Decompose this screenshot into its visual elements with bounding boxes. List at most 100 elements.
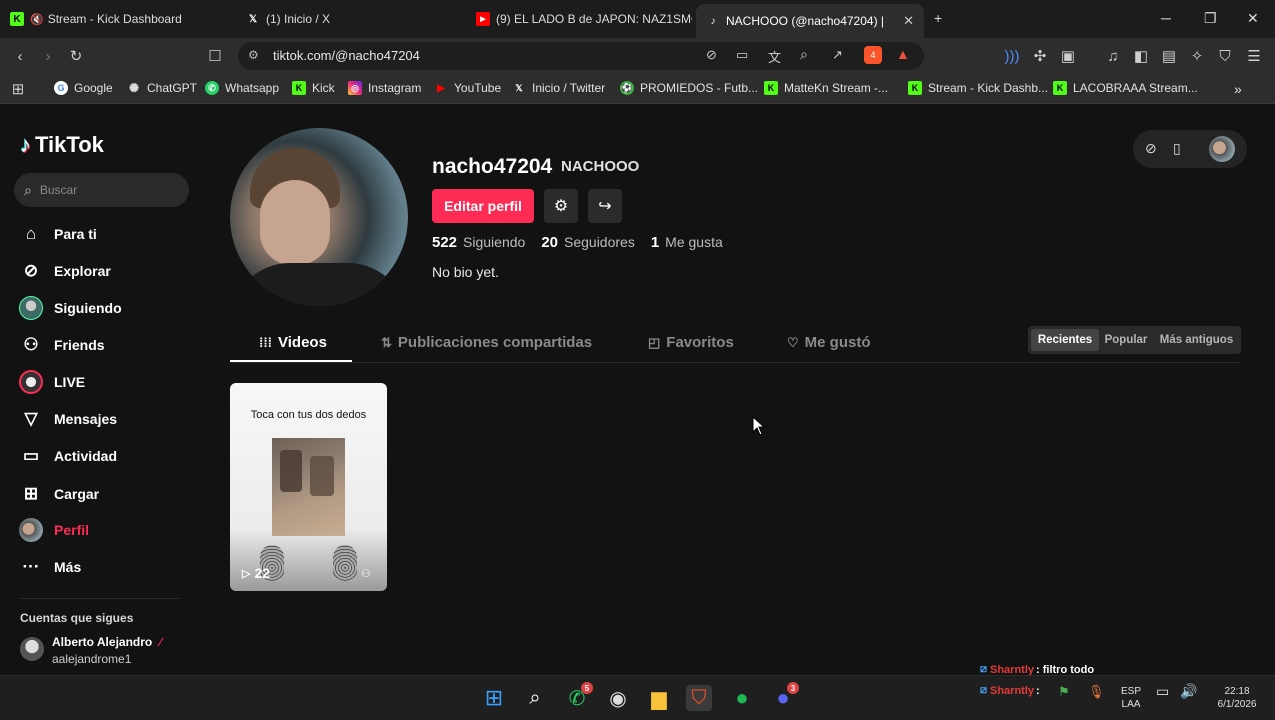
followed-account-name[interactable]: Alberto Alejandro ∕	[52, 635, 162, 649]
bookmark-kick-dashboard[interactable]: K Stream - Kick Dashb...	[908, 81, 1048, 95]
gear-icon: ⚙	[553, 198, 569, 215]
network-status-icon[interactable]: ⚑	[1058, 685, 1070, 698]
back-icon[interactable]: ‹	[10, 46, 30, 66]
nav-para-ti[interactable]: ⌂ Para ti	[18, 220, 97, 248]
nav-mensajes[interactable]: ▽ Mensajes	[18, 405, 117, 433]
followed-account-handle[interactable]: aalejandrome1	[52, 652, 131, 666]
profile-avatar[interactable]	[230, 128, 408, 306]
tab-favoritos[interactable]: ◰ Favoritos	[648, 334, 734, 351]
forward-icon[interactable]: ›	[38, 46, 58, 66]
followers-stat[interactable]: 20 Seguidores	[541, 234, 635, 251]
tab-tiktok[interactable]: ♪ NACHOOO (@nacho47204) | Tik... ✕	[696, 4, 924, 38]
tab-x[interactable]: 𝕏 (1) Inicio / X	[236, 0, 462, 38]
bookmark-youtube[interactable]: ▶ YouTube	[434, 81, 501, 95]
obs-icon[interactable]: ◉	[605, 685, 631, 711]
following-stat[interactable]: 522 Siguiendo	[432, 234, 525, 251]
zoom-icon[interactable]: ⌕	[800, 46, 808, 63]
leo-ai-icon[interactable]: ✧	[1187, 46, 1207, 66]
bookmark-google[interactable]: G Google	[54, 81, 113, 95]
nav-mas[interactable]: ··· Más	[18, 553, 82, 581]
discord-icon[interactable]: ● 3	[770, 682, 799, 711]
bookmark-chatgpt[interactable]: ✺ ChatGPT	[127, 81, 197, 95]
video-card[interactable]: Toca con tus dos dedos ▷ 22 ⚇	[230, 383, 387, 591]
coin-icon[interactable]: ⊘	[1145, 140, 1157, 157]
reader-icon[interactable]: ▣	[1058, 46, 1078, 66]
close-window-icon[interactable]: ✕	[1247, 10, 1259, 27]
whatsapp-icon[interactable]: ✆ 5	[564, 682, 593, 711]
windows-start-icon[interactable]: ⊞	[481, 685, 507, 711]
restore-icon[interactable]: ❐	[1204, 10, 1217, 27]
bookmark-kick[interactable]: K Kick	[292, 81, 335, 95]
cast-icon[interactable]: ▭	[736, 47, 748, 63]
nav-perfil[interactable]: Perfil	[18, 516, 89, 544]
tab-videos[interactable]: ⁞⁞⁞ Videos	[259, 334, 327, 351]
spotify-icon[interactable]: ●	[729, 685, 755, 711]
bookmark-instagram[interactable]: ◎ Instagram	[348, 81, 421, 95]
device-icon[interactable]: ▯	[1173, 140, 1181, 157]
sort-toggle: Recientes Popular Más antiguos	[1028, 326, 1241, 354]
bookmark-twitter[interactable]: 𝕏 Inicio / Twitter	[512, 81, 605, 95]
minimize-icon[interactable]: ─	[1161, 10, 1171, 26]
account-avatar-icon[interactable]	[1209, 136, 1235, 162]
mouse-cursor	[752, 416, 766, 436]
clock[interactable]: 22:18 6/1/2026	[1210, 685, 1264, 711]
nav-label: Para ti	[54, 226, 97, 242]
edit-profile-button[interactable]: Editar perfil	[432, 189, 534, 223]
bookmark-promiedos[interactable]: ⚽ PROMIEDOS - Futb...	[620, 81, 758, 95]
more-bookmarks-icon[interactable]: »	[1234, 81, 1242, 97]
profile-bio: No bio yet.	[432, 264, 499, 280]
sort-recientes[interactable]: Recientes	[1031, 329, 1099, 351]
microphone-icon[interactable]: 🎙	[1088, 685, 1105, 698]
bookmark-mattekn[interactable]: K MatteKn Stream -...	[764, 81, 888, 95]
vpn-icon[interactable]: ⛉	[1215, 46, 1235, 66]
tiktok-icon: ♪	[710, 15, 716, 27]
tab-kick-dashboard[interactable]: K 🔇 Stream - Kick Dashboard	[0, 0, 232, 38]
address-bar[interactable]: ⚙ tiktok.com/@nacho47204 ⊘ ▭ 文 ⌕ ↗ 4 ▲	[238, 42, 924, 70]
tab-me-gusto[interactable]: ♡ Me gustó	[787, 334, 871, 351]
nav-live[interactable]: LIVE	[18, 368, 85, 396]
brave-rewards-icon[interactable]: ▲	[896, 46, 910, 62]
share-profile-button[interactable]: ↪	[588, 189, 622, 223]
volume-icon[interactable]: 🔊	[1180, 684, 1197, 698]
followed-account-avatar[interactable]	[20, 637, 44, 661]
wallet-icon[interactable]: ▤	[1159, 46, 1179, 66]
keyboard-layout: LAA	[1121, 699, 1141, 710]
menu-icon[interactable]: ☰	[1244, 46, 1264, 66]
brave-icon[interactable]: ⛉	[686, 685, 712, 711]
new-tab-button[interactable]: +	[934, 10, 942, 26]
search-input[interactable]: ⌕ Buscar	[14, 173, 189, 207]
language-indicator[interactable]: ESP LAA	[1120, 685, 1142, 711]
following-label: Siguiendo	[463, 234, 526, 250]
upload-icon: ⊞	[23, 484, 39, 503]
bookmark-label: Stream - Kick Dashb...	[928, 81, 1049, 95]
audio-playing-icon[interactable]: )))	[1002, 46, 1022, 66]
bookmark-lacobraaa[interactable]: K LACOBRAAA Stream...	[1053, 81, 1198, 95]
tab-youtube[interactable]: ▶ (9) EL LADO B de JAPON: NAZ1SMO...	[466, 0, 692, 38]
sort-mas-antiguos[interactable]: Más antiguos	[1155, 329, 1238, 351]
display-icon[interactable]: ▭	[1156, 684, 1169, 698]
search-icon[interactable]: ⌕	[522, 685, 548, 711]
no-tracking-icon[interactable]: ⊘	[706, 47, 717, 63]
close-tab-icon[interactable]: ✕	[903, 13, 914, 29]
nav-friends[interactable]: ⚇ Friends	[18, 331, 104, 359]
site-info-icon[interactable]: ⚙	[248, 48, 259, 62]
bookmark-icon[interactable]: ☐	[205, 46, 225, 66]
tab-reposts[interactable]: ⇅ Publicaciones compartidas	[381, 334, 592, 351]
media-icon[interactable]: ♫	[1103, 46, 1123, 66]
brave-shields-icon[interactable]: 4	[864, 46, 882, 64]
sidebar-icon[interactable]: ◧	[1131, 46, 1151, 66]
nav-cargar[interactable]: ⊞ Cargar	[18, 480, 99, 508]
translate-icon[interactable]: 文	[768, 47, 781, 66]
apps-grid-icon[interactable]: ⊞	[8, 79, 28, 99]
extensions-icon[interactable]: ✣	[1030, 46, 1050, 66]
nav-siguiendo[interactable]: Siguiendo	[18, 294, 122, 322]
settings-button[interactable]: ⚙	[544, 189, 578, 223]
share-icon[interactable]: ↗	[832, 47, 843, 63]
file-explorer-icon[interactable]: ▆	[646, 685, 672, 711]
sort-popular[interactable]: Popular	[1101, 329, 1151, 351]
nav-explorar[interactable]: ⊘ Explorar	[18, 257, 111, 285]
reload-icon[interactable]: ↻	[66, 46, 86, 66]
tiktok-logo[interactable]: ♪ TikTok	[20, 132, 104, 158]
bookmark-whatsapp[interactable]: ✆ Whatsapp	[205, 81, 279, 95]
nav-actividad[interactable]: ▭ Actividad	[18, 442, 117, 470]
